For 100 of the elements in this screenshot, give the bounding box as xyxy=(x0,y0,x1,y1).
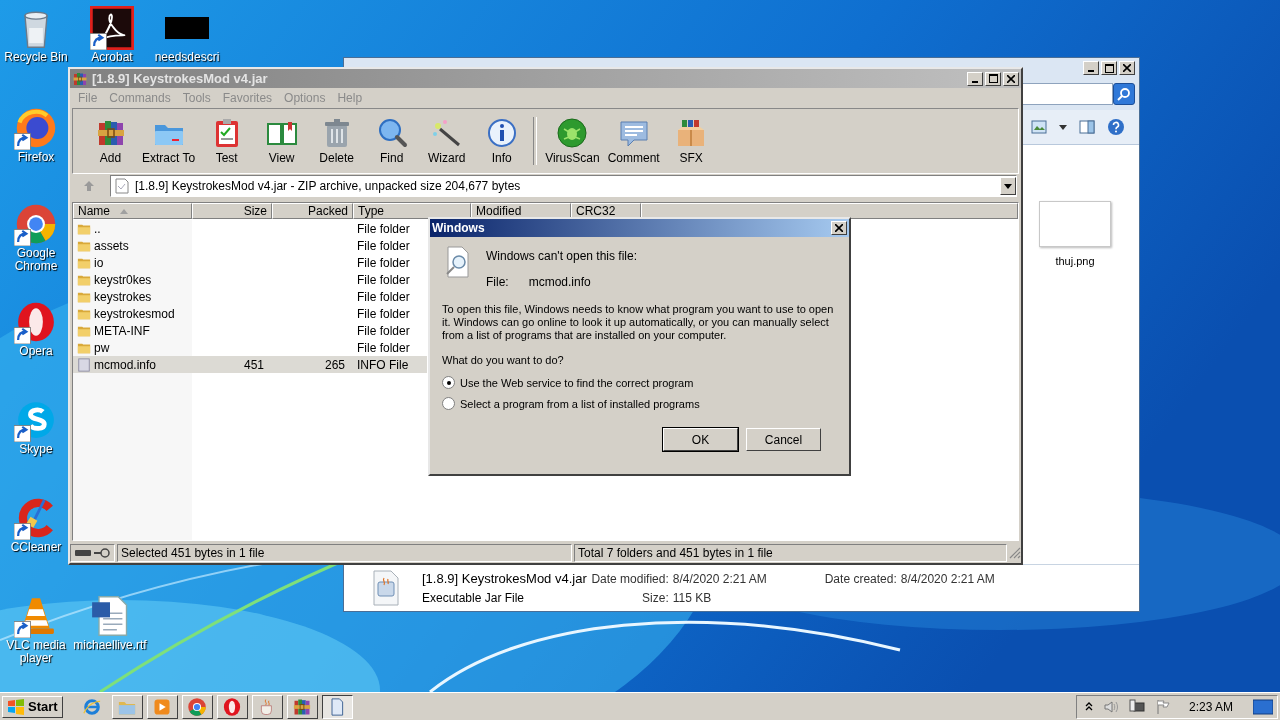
file-row[interactable]: keystr0kes File folder xyxy=(73,271,427,288)
status-text: Selected 451 bytes in 1 file xyxy=(117,544,572,562)
file-name: keystrokes xyxy=(94,289,152,304)
radio-label[interactable]: Select a program from a list of installed programs xyxy=(460,397,700,410)
magic-wand-icon xyxy=(430,117,463,149)
radio-button[interactable] xyxy=(442,376,455,389)
file-type: File folder xyxy=(357,221,410,236)
dialog-title: Windows xyxy=(432,221,485,235)
toolbar-button[interactable]: Delete xyxy=(309,115,365,167)
toolbar-button[interactable]: Find xyxy=(364,115,420,167)
file-type: File folder xyxy=(357,272,410,287)
close-icon xyxy=(1007,74,1015,83)
show-desktop-icon[interactable] xyxy=(1253,698,1273,715)
file-type: File folder xyxy=(357,306,410,321)
status-text: Total 7 folders and 451 bytes in 1 file xyxy=(574,544,1007,562)
toolbar-button[interactable]: Info xyxy=(474,115,530,167)
up-arrow-icon xyxy=(83,180,95,192)
toolbar-button[interactable]: View xyxy=(254,115,310,167)
flag-icon[interactable] xyxy=(1154,698,1171,715)
view-options-icon[interactable] xyxy=(1031,120,1047,134)
key-icon xyxy=(94,548,110,558)
close-button[interactable] xyxy=(1119,61,1135,75)
toolbar-button[interactable]: Test xyxy=(199,115,255,167)
minimize-button[interactable] xyxy=(1083,61,1099,75)
start-button[interactable]: Start xyxy=(2,695,63,718)
minimize-icon xyxy=(1088,70,1094,72)
windows-logo-icon xyxy=(7,698,25,715)
file-name[interactable]: thuj.png xyxy=(1055,255,1095,267)
file-icon xyxy=(77,357,91,372)
books-icon xyxy=(72,70,88,87)
image-thumbnail[interactable] xyxy=(1039,201,1111,247)
dropdown-arrow-icon[interactable] xyxy=(1059,124,1067,130)
file-type: File folder xyxy=(357,289,410,304)
fox-globe-icon[interactable] xyxy=(14,106,58,150)
close-icon xyxy=(1123,64,1131,72)
maximize-button[interactable] xyxy=(1101,61,1117,75)
ok-button[interactable]: OK xyxy=(663,428,738,451)
packed-size: 265 xyxy=(324,357,345,372)
file-name: [1.8.9] KeystrokesMod v4.jar xyxy=(422,571,587,586)
window-title: [1.8.9] KeystrokesMod v4.jar xyxy=(92,71,268,86)
pdf-app-icon[interactable] xyxy=(90,6,134,50)
toolbar-button[interactable]: SFX xyxy=(663,115,719,167)
minimize-button[interactable] xyxy=(967,71,983,86)
column-header[interactable]: Size xyxy=(192,203,272,219)
file-name: mcmod.info xyxy=(94,357,157,372)
browser-circle-icon[interactable] xyxy=(14,202,58,246)
file-type: File folder xyxy=(357,323,410,338)
close-button[interactable] xyxy=(831,221,847,235)
file-row[interactable]: keystrokesmod File folder xyxy=(73,305,427,322)
file-type: INFO File xyxy=(357,357,409,372)
toolbar-button[interactable]: Comment xyxy=(603,115,664,167)
info-icon xyxy=(485,117,518,149)
taskbar-button[interactable] xyxy=(321,694,353,719)
file-name: assets xyxy=(94,238,129,253)
radio-label[interactable]: Use the Web service to find the correct program xyxy=(460,376,694,389)
file-row[interactable]: assets File folder xyxy=(73,237,427,254)
resize-grip-icon[interactable] xyxy=(1009,547,1021,559)
cancel-button[interactable]: Cancel xyxy=(746,428,821,451)
chevron-up-icon[interactable] xyxy=(1084,701,1093,712)
path-dropdown[interactable]: [1.8.9] KeystrokesMod v4.jar - ZIP archive, unpacked size 204,677 bytes xyxy=(110,175,1017,197)
maximize-button[interactable] xyxy=(985,71,1001,86)
radio-button[interactable] xyxy=(442,397,455,410)
minimize-icon xyxy=(972,80,978,83)
toolbar-button[interactable]: Extract To xyxy=(138,115,200,167)
column-header[interactable]: Name xyxy=(73,203,192,219)
search-button[interactable] xyxy=(1113,83,1135,105)
file-row[interactable]: pw File folder xyxy=(73,339,427,356)
sort-arrow-icon xyxy=(120,208,128,214)
clock[interactable]: 2:23 AM xyxy=(1188,699,1233,714)
file-type: File folder xyxy=(357,340,410,355)
file-type: File folder xyxy=(357,255,410,270)
java-file-icon xyxy=(372,570,400,606)
property-label: Size: xyxy=(641,591,669,605)
property-label: Date modified: xyxy=(590,572,669,586)
column-header[interactable]: Packed xyxy=(272,203,353,219)
close-button[interactable] xyxy=(1003,71,1019,86)
toolbar-button[interactable]: Add xyxy=(83,115,138,167)
file-row[interactable]: io File folder xyxy=(73,254,427,271)
property-value: 115 KB xyxy=(672,591,713,605)
file-row[interactable]: .. File folder xyxy=(73,220,427,237)
file-name: keystrokesmod xyxy=(94,306,175,321)
dialog-message: To open this file, Windows needs to know what program you want to use to open it. Windows can go online to look it up automatically, or you can manually select from a list of programs that are installed on your computer. xyxy=(442,303,835,342)
file-name: pw xyxy=(94,340,110,355)
column-header[interactable]: Type xyxy=(353,203,471,219)
network-icon[interactable] xyxy=(1128,698,1145,715)
file-row[interactable]: META-INF File folder xyxy=(73,322,427,339)
dialog-heading: Windows can't open this file: xyxy=(486,249,638,263)
file-type: Executable Jar File xyxy=(422,591,526,605)
dialog-question: What do you want to do? xyxy=(442,354,565,366)
file-row[interactable]: mcmod.info 451 265 INFO File xyxy=(73,356,427,373)
help-icon[interactable] xyxy=(1107,118,1125,136)
file-row[interactable]: keystrokes File folder xyxy=(73,288,427,305)
maximize-icon xyxy=(1104,63,1114,73)
drive-icon xyxy=(75,549,91,557)
file-name: META-INF xyxy=(94,323,150,338)
toolbar-button[interactable]: VirusScan xyxy=(541,115,604,167)
browser-circle-icon xyxy=(187,696,208,717)
file-type: File folder xyxy=(357,238,410,253)
preview-pane-icon[interactable] xyxy=(1079,120,1095,134)
toolbar-button[interactable]: Wizard xyxy=(419,115,475,167)
